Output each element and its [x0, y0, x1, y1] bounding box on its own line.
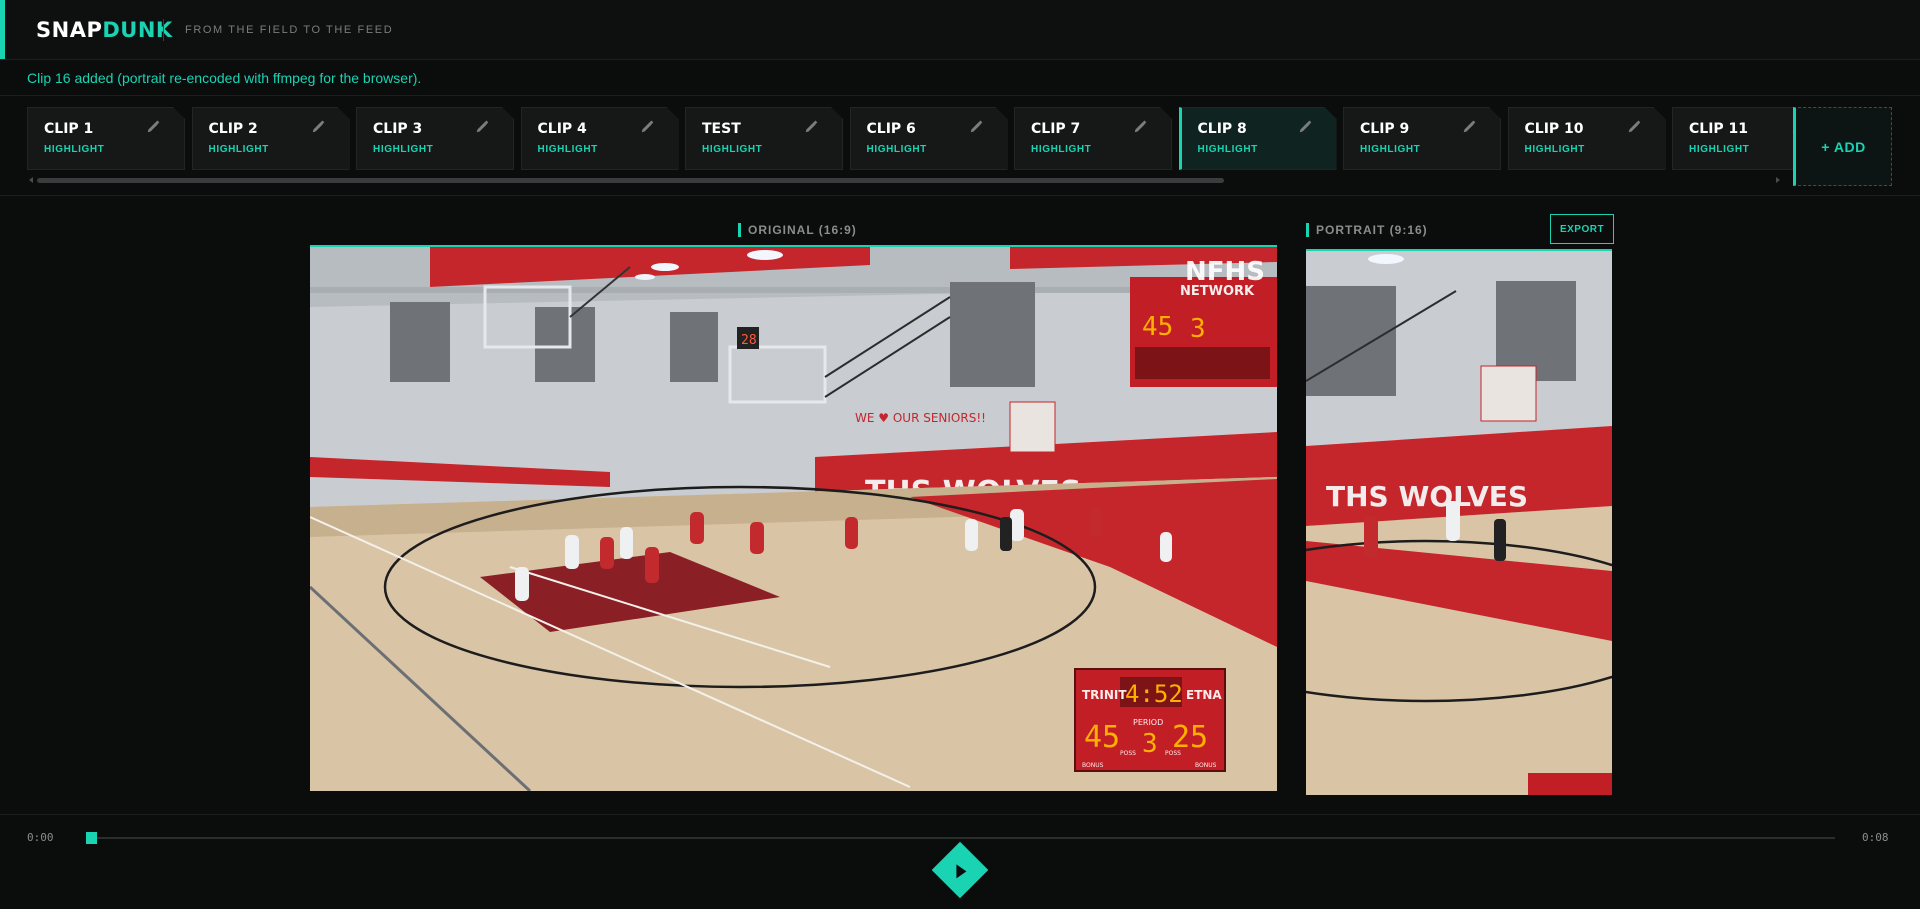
clip-tag: HIGHLIGHT [1031, 144, 1092, 155]
clip-strip: CLIP 1 HIGHLIGHT CLIP 2 HIGHLIGHT CLIP 3 HIGH… [0, 97, 1920, 196]
clip-card[interactable]: CLIP 6 HIGHLIGHT [850, 107, 1008, 170]
clip-title: CLIP 4 [537, 121, 587, 137]
pencil-icon[interactable] [969, 120, 985, 136]
clip-title: CLIP 7 [1031, 121, 1081, 137]
scrollbar-thumb[interactable] [37, 178, 1224, 183]
scoreboard-poss-away: POSS [1165, 750, 1181, 757]
clip-card[interactable]: CLIP 4 HIGHLIGHT [521, 107, 679, 170]
scoreboard-period-label: PERIOD [1133, 718, 1163, 727]
pencil-icon[interactable] [1298, 120, 1314, 136]
scrub-handle[interactable] [86, 832, 97, 844]
clip-tag: HIGHLIGHT [702, 144, 763, 155]
app-header: SNAPDUNK FROM THE FIELD TO THE FEED [0, 0, 1920, 60]
clip-tag: HIGHLIGHT [1360, 144, 1421, 155]
scoreboard-bonus-home: BONUS [1082, 762, 1104, 769]
scoreboard-period: 3 [1142, 729, 1158, 759]
logo-part-snap: SNAP [36, 18, 103, 42]
original-video[interactable]: 28 THS WOLVES WE ♥ OUR SENIORS!! [310, 245, 1277, 791]
svg-text:45: 45 [1142, 312, 1173, 342]
clip-title: CLIP 11 [1689, 121, 1749, 137]
clip-tag: HIGHLIGHT [866, 144, 927, 155]
clip-title: CLIP 9 [1360, 121, 1410, 137]
play-button[interactable] [931, 841, 989, 899]
status-bar: Clip 16 added (portrait re-encoded with … [0, 60, 1920, 96]
pencil-icon[interactable] [475, 120, 491, 136]
app-logo[interactable]: SNAPDUNK [36, 17, 173, 43]
scoreboard-away-name: ETNA [1186, 688, 1222, 702]
scoreboard-bonus-away: BONUS [1195, 762, 1217, 769]
clip-title: CLIP 1 [44, 121, 94, 137]
scoreboard-clock: 4:52 [1125, 680, 1183, 708]
current-time: 0:00 [27, 831, 54, 844]
clip-tag: HIGHLIGHT [373, 144, 434, 155]
player-controls: 0:00 0:08 [0, 814, 1920, 909]
clip-title: CLIP 3 [373, 121, 423, 137]
pencil-icon[interactable] [1133, 120, 1149, 136]
add-clip-button[interactable]: + ADD [1793, 107, 1892, 186]
clip-card[interactable]: CLIP 7 HIGHLIGHT [1014, 107, 1172, 170]
pencil-icon[interactable] [640, 120, 656, 136]
clip-card[interactable]: CLIP 1 HIGHLIGHT [27, 107, 185, 170]
status-message: Clip 16 added (portrait re-encoded with … [27, 70, 422, 86]
clip-card[interactable]: CLIP 3 HIGHLIGHT [356, 107, 514, 170]
scroll-left-arrow-icon[interactable] [29, 177, 33, 183]
clip-card[interactable]: CLIP 9 HIGHLIGHT [1343, 107, 1501, 170]
watermark-network: NETWORK [1180, 284, 1255, 299]
senior-sign-text: WE ♥ OUR SENIORS!! [855, 411, 986, 425]
clip-tag: HIGHLIGHT [537, 144, 598, 155]
clip-strip-scrollbar[interactable] [27, 177, 1782, 183]
watermark-nfhs: NFHS [1185, 257, 1265, 287]
header-accent-bar [0, 0, 5, 59]
shot-clock-display: 28 [741, 333, 757, 348]
clip-title: CLIP 2 [208, 121, 258, 137]
header-divider [163, 19, 164, 41]
duration-time: 0:08 [1862, 831, 1889, 844]
clip-tag: HIGHLIGHT [1524, 144, 1585, 155]
scoreboard-home-score: 45 [1084, 720, 1120, 755]
pencil-icon[interactable] [804, 120, 820, 136]
scoreboard-home-name: TRINIT [1082, 688, 1127, 702]
app-tagline: FROM THE FIELD TO THE FEED [185, 24, 394, 36]
play-icon [956, 864, 967, 879]
pencil-icon[interactable] [1627, 120, 1643, 136]
original-panel-label: ORIGINAL (16:9) [738, 223, 857, 237]
scroll-right-arrow-icon[interactable] [1776, 177, 1780, 183]
clip-card[interactable]: TEST HIGHLIGHT [685, 107, 843, 170]
clip-tag: HIGHLIGHT [1689, 144, 1750, 155]
clip-title: CLIP 10 [1524, 121, 1584, 137]
portrait-video[interactable]: THS WOLVES [1306, 249, 1612, 795]
clip-card[interactable]: CLIP 2 HIGHLIGHT [192, 107, 350, 170]
timeline-track[interactable] [90, 837, 1835, 839]
pencil-icon[interactable] [146, 120, 162, 136]
portrait-banner-text: THS WOLVES [1326, 480, 1528, 513]
portrait-video-frame: THS WOLVES [1306, 251, 1612, 795]
scoreboard-poss-home: POSS [1120, 750, 1136, 757]
clip-tag: HIGHLIGHT [44, 144, 105, 155]
clip-title: TEST [702, 121, 741, 137]
clip-card[interactable]: CLIP 8 HIGHLIGHT [1179, 107, 1337, 170]
pencil-icon[interactable] [1462, 120, 1478, 136]
original-video-frame: 28 THS WOLVES WE ♥ OUR SENIORS!! [310, 247, 1277, 791]
svg-text:3: 3 [1190, 314, 1206, 344]
clip-tag: HIGHLIGHT [208, 144, 269, 155]
export-button[interactable]: EXPORT [1550, 214, 1614, 244]
clip-title: CLIP 8 [1197, 121, 1247, 137]
clip-card[interactable]: CLIP 10 HIGHLIGHT [1508, 107, 1666, 170]
clip-title: CLIP 6 [866, 121, 916, 137]
clip-tag: HIGHLIGHT [1197, 144, 1258, 155]
pencil-icon[interactable] [311, 120, 327, 136]
portrait-panel-label: PORTRAIT (9:16) [1306, 223, 1428, 237]
